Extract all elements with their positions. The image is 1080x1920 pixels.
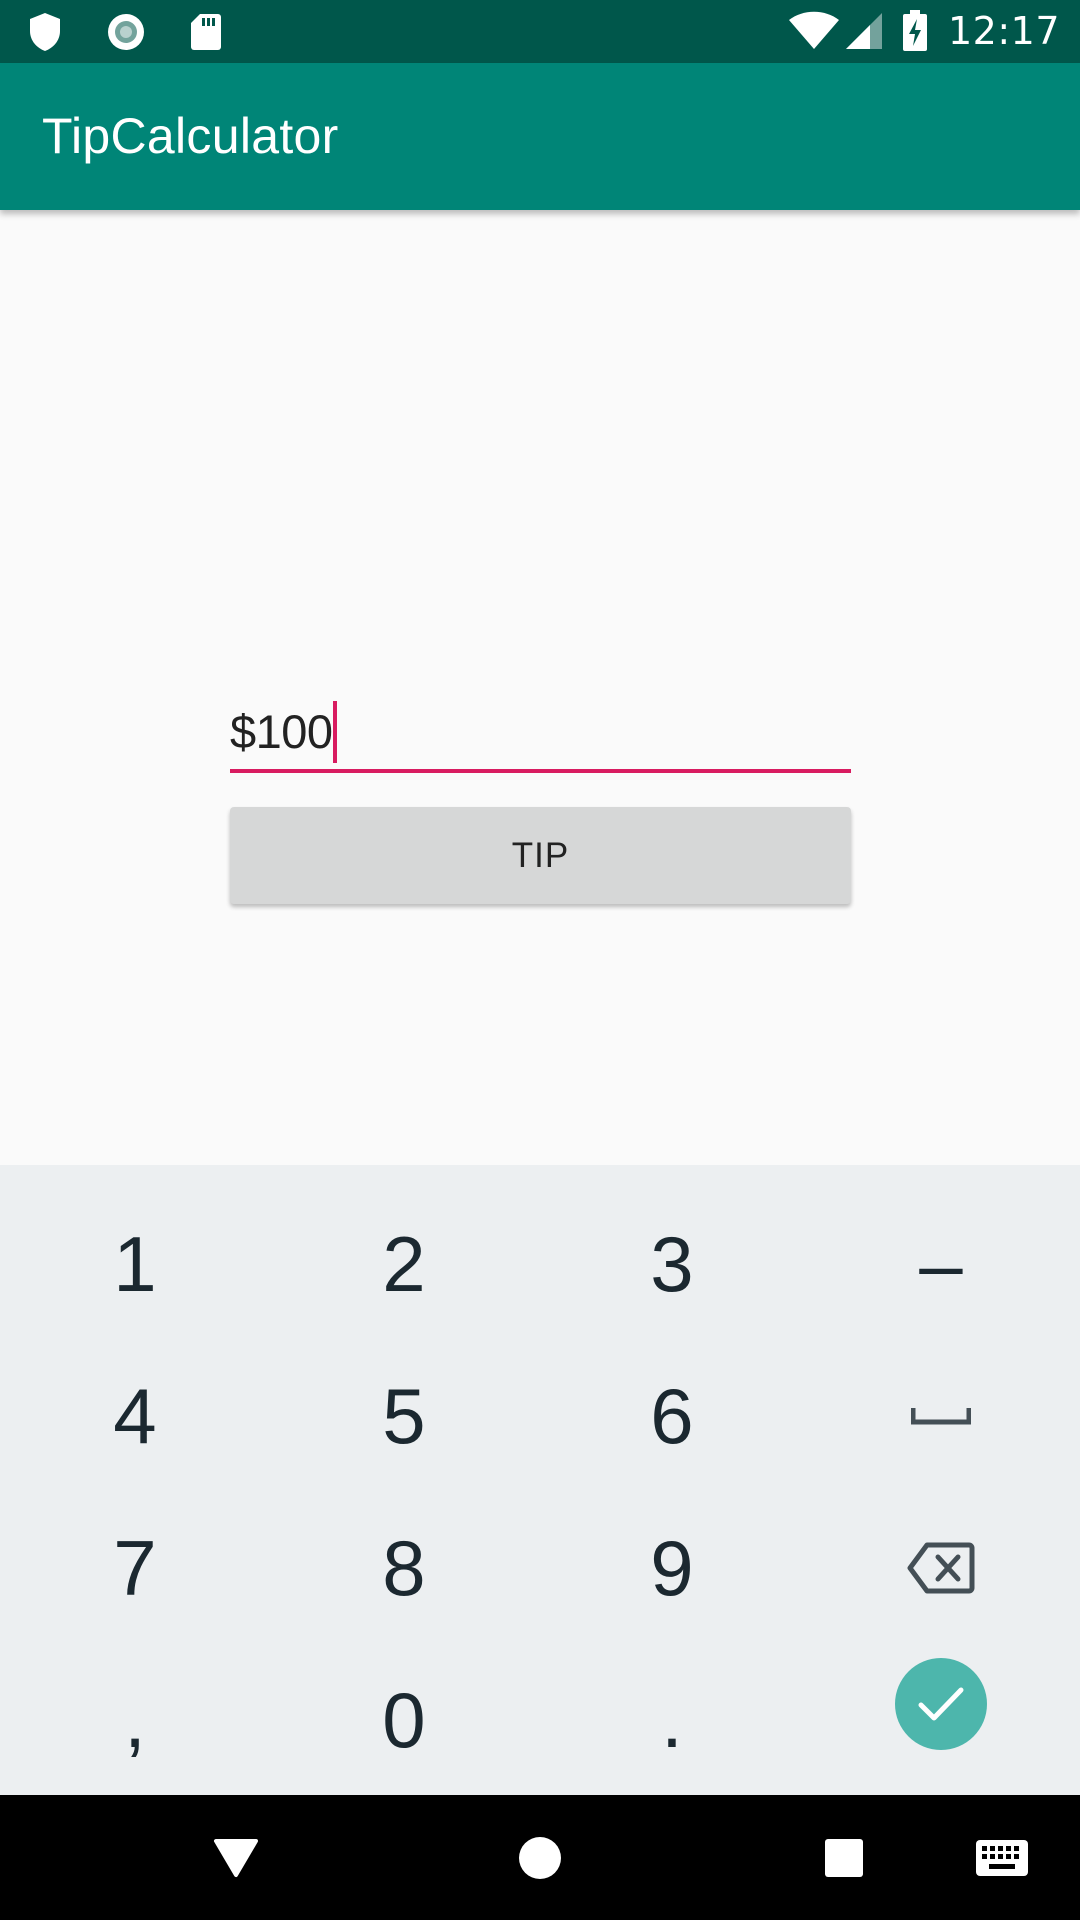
key-7[interactable]: 7 xyxy=(1,1492,269,1644)
record-icon xyxy=(106,12,146,52)
text-cursor xyxy=(333,701,337,763)
keyboard-switch-button[interactable] xyxy=(960,1820,1044,1896)
home-button[interactable] xyxy=(500,1820,580,1896)
back-button[interactable] xyxy=(196,1825,276,1891)
key-backspace[interactable] xyxy=(807,1492,1075,1644)
recents-icon xyxy=(825,1839,863,1877)
key-9[interactable]: 9 xyxy=(538,1492,806,1644)
key-6[interactable]: 6 xyxy=(538,1340,806,1492)
key-2[interactable]: 2 xyxy=(270,1188,538,1340)
app-bar: TipCalculator xyxy=(0,63,1080,210)
tip-button[interactable]: TIP xyxy=(230,807,851,904)
enter-key[interactable] xyxy=(895,1658,987,1750)
sd-card-icon xyxy=(190,13,222,51)
status-bar-time: 12:17 xyxy=(947,9,1060,53)
amount-input[interactable]: $100 xyxy=(230,704,333,759)
key-period[interactable]: . xyxy=(538,1644,806,1796)
key-8[interactable]: 8 xyxy=(270,1492,538,1644)
key-space[interactable] xyxy=(807,1340,1075,1492)
navigation-bar xyxy=(0,1795,1080,1920)
amount-input-underline xyxy=(230,769,851,773)
cell-signal-icon xyxy=(844,11,884,51)
keyboard-switch-icon xyxy=(976,1840,1028,1876)
key-minus[interactable]: – xyxy=(807,1188,1075,1340)
backspace-icon xyxy=(907,1542,975,1594)
key-0[interactable]: 0 xyxy=(270,1644,538,1796)
status-bar-right-icons: 12:17 xyxy=(788,9,1060,53)
space-icon xyxy=(911,1408,971,1425)
key-4[interactable]: 4 xyxy=(1,1340,269,1492)
app-title: TipCalculator xyxy=(42,108,339,164)
key-5[interactable]: 5 xyxy=(270,1340,538,1492)
key-3[interactable]: 3 xyxy=(538,1188,806,1340)
back-icon xyxy=(214,1839,258,1877)
shield-icon xyxy=(28,12,62,52)
main-content: $100 TIP xyxy=(0,210,1080,1165)
battery-charging-icon xyxy=(902,10,928,52)
status-bar: 12:17 xyxy=(0,0,1080,63)
checkmark-icon xyxy=(918,1687,964,1721)
wifi-icon xyxy=(788,11,840,51)
key-comma[interactable]: , xyxy=(1,1644,269,1796)
key-1[interactable]: 1 xyxy=(1,1188,269,1340)
recents-button[interactable] xyxy=(804,1820,884,1896)
home-icon xyxy=(519,1837,561,1879)
status-bar-left-icons xyxy=(28,12,222,52)
